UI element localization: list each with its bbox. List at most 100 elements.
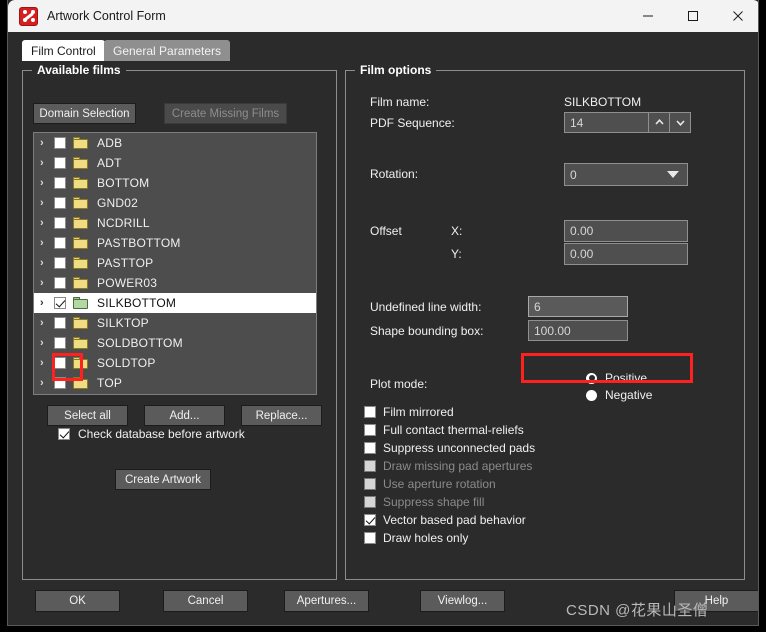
create-missing-films-button[interactable]: Create Missing Films bbox=[164, 103, 287, 124]
pdf-sequence-stepper bbox=[649, 112, 691, 133]
option-checkbox-label: Suppress unconnected pads bbox=[383, 441, 536, 455]
film-name: BOTTOM bbox=[97, 176, 150, 190]
chevron-right-icon[interactable]: › bbox=[40, 237, 54, 249]
film-checkbox[interactable] bbox=[54, 237, 66, 249]
chevron-right-icon[interactable]: › bbox=[40, 177, 54, 189]
film-list-row[interactable]: › POWER03 bbox=[34, 273, 316, 293]
film-name: POWER03 bbox=[97, 276, 158, 290]
checkbox-icon bbox=[364, 406, 376, 418]
film-checkbox[interactable] bbox=[54, 277, 66, 289]
available-films-group: Available films Domain Selection Create … bbox=[22, 63, 337, 580]
film-list-row[interactable]: › SOLDTOP bbox=[34, 353, 316, 373]
cancel-button[interactable]: Cancel bbox=[163, 590, 248, 612]
replace-button[interactable]: Replace... bbox=[241, 405, 322, 426]
shape-bounding-box-label: Shape bounding box: bbox=[370, 324, 484, 338]
film-list-row[interactable]: › PASTTOP bbox=[34, 253, 316, 273]
film-checkbox[interactable] bbox=[54, 157, 66, 169]
plot-mode-positive-label: Positive bbox=[605, 371, 648, 385]
option-checkbox[interactable]: Suppress unconnected pads bbox=[364, 441, 535, 455]
chevron-right-icon[interactable]: › bbox=[40, 377, 54, 389]
create-artwork-button[interactable]: Create Artwork bbox=[115, 469, 211, 490]
tab-film-control[interactable]: Film Control bbox=[22, 40, 105, 61]
film-name: ADT bbox=[97, 156, 122, 170]
maximize-button[interactable] bbox=[670, 0, 715, 32]
chevron-up-icon[interactable] bbox=[649, 112, 670, 133]
plot-mode-negative-radio[interactable]: Negative bbox=[586, 388, 652, 402]
chevron-right-icon[interactable]: › bbox=[40, 217, 54, 229]
film-checkbox[interactable] bbox=[54, 217, 66, 229]
film-list-row[interactable]: › NCDRILL bbox=[34, 213, 316, 233]
option-checkbox[interactable]: Film mirrored bbox=[364, 405, 454, 419]
option-checkbox[interactable]: Full contact thermal-reliefs bbox=[364, 423, 524, 437]
tab-general-parameters[interactable]: General Parameters bbox=[104, 40, 231, 61]
tab-bar: Film Control General Parameters bbox=[8, 32, 758, 61]
offset-y-input[interactable]: 0.00 bbox=[564, 243, 688, 265]
add-button[interactable]: Add... bbox=[144, 405, 225, 426]
film-checkbox[interactable] bbox=[54, 337, 66, 349]
chevron-right-icon[interactable]: › bbox=[40, 297, 54, 309]
film-checkbox[interactable] bbox=[54, 377, 66, 389]
chevron-right-icon[interactable]: › bbox=[40, 257, 54, 269]
plot-mode-positive-radio[interactable]: Positive bbox=[586, 371, 647, 385]
film-list-row[interactable]: › PASTBOTTOM bbox=[34, 233, 316, 253]
film-name: PASTTOP bbox=[97, 256, 154, 270]
film-checkbox[interactable] bbox=[54, 197, 66, 209]
film-name: GND02 bbox=[97, 196, 139, 210]
chevron-right-icon[interactable]: › bbox=[40, 197, 54, 209]
chevron-right-icon[interactable]: › bbox=[40, 317, 54, 329]
film-checkbox[interactable] bbox=[54, 177, 66, 189]
rotation-select[interactable]: 0 bbox=[564, 163, 688, 186]
folder-icon bbox=[73, 317, 88, 329]
film-list-row[interactable]: › SILKBOTTOM bbox=[34, 293, 316, 313]
chevron-right-icon[interactable]: › bbox=[40, 337, 54, 349]
apertures-button[interactable]: Apertures... bbox=[284, 590, 369, 612]
film-checkbox[interactable] bbox=[54, 357, 66, 369]
dialog-body: Available films Domain Selection Create … bbox=[8, 61, 758, 625]
close-button[interactable] bbox=[715, 0, 758, 32]
option-checkbox: Use aperture rotation bbox=[364, 477, 496, 491]
film-list-row[interactable]: › GND02 bbox=[34, 193, 316, 213]
chevron-right-icon[interactable]: › bbox=[40, 277, 54, 289]
chevron-right-icon[interactable]: › bbox=[40, 157, 54, 169]
film-name: SOLDBOTTOM bbox=[97, 336, 183, 350]
film-list[interactable]: › ADB › ADT › BOTTOM › GND02 › NCDRILL › PASTBOTTOM… bbox=[33, 132, 317, 395]
checkbox-icon bbox=[364, 460, 376, 472]
shape-bounding-box-input[interactable]: 100.00 bbox=[528, 320, 628, 341]
film-list-row[interactable]: › ADT bbox=[34, 153, 316, 173]
plot-mode-label: Plot mode: bbox=[370, 377, 428, 391]
film-options-title: Film options bbox=[355, 63, 437, 77]
check-database-before-artwork-checkbox[interactable]: Check database before artwork bbox=[58, 427, 245, 441]
film-checkbox[interactable] bbox=[54, 257, 66, 269]
checkbox-icon bbox=[364, 478, 376, 490]
film-list-row[interactable]: › ADB bbox=[34, 133, 316, 153]
option-checkbox: Draw missing pad apertures bbox=[364, 459, 532, 473]
film-list-row[interactable]: › TOP bbox=[34, 373, 316, 393]
pdf-sequence-input[interactable]: 14 bbox=[564, 112, 649, 133]
option-checkbox-label: Vector based pad behavior bbox=[383, 513, 526, 527]
undefined-line-width-input[interactable]: 6 bbox=[528, 296, 628, 317]
minimize-button[interactable] bbox=[625, 0, 670, 32]
film-list-row[interactable]: › SOLDBOTTOM bbox=[34, 333, 316, 353]
film-checkbox[interactable] bbox=[54, 137, 66, 149]
plot-mode-negative-label: Negative bbox=[605, 388, 653, 402]
viewlog-button[interactable]: Viewlog... bbox=[420, 590, 505, 612]
folder-icon bbox=[73, 277, 88, 289]
option-checkbox[interactable]: Draw holes only bbox=[364, 531, 468, 545]
film-list-row[interactable]: › BOTTOM bbox=[34, 173, 316, 193]
film-checkbox[interactable] bbox=[54, 297, 66, 309]
chevron-right-icon[interactable]: › bbox=[40, 357, 54, 369]
offset-x-input[interactable]: 0.00 bbox=[564, 220, 688, 242]
domain-selection-button[interactable]: Domain Selection bbox=[33, 103, 136, 124]
folder-icon bbox=[73, 177, 88, 189]
chevron-down-icon[interactable] bbox=[670, 112, 691, 133]
film-checkbox[interactable] bbox=[54, 317, 66, 329]
ok-button[interactable]: OK bbox=[35, 590, 120, 612]
chevron-right-icon[interactable]: › bbox=[40, 137, 54, 149]
select-all-button[interactable]: Select all bbox=[47, 405, 128, 426]
watermark: CSDN @花果山圣僧 bbox=[566, 602, 709, 619]
film-list-row[interactable]: › SILKTOP bbox=[34, 313, 316, 333]
offset-label: Offset bbox=[370, 224, 402, 238]
option-checkbox[interactable]: Vector based pad behavior bbox=[364, 513, 526, 527]
film-name-label: Film name: bbox=[370, 95, 430, 109]
checkbox-icon bbox=[364, 532, 376, 544]
